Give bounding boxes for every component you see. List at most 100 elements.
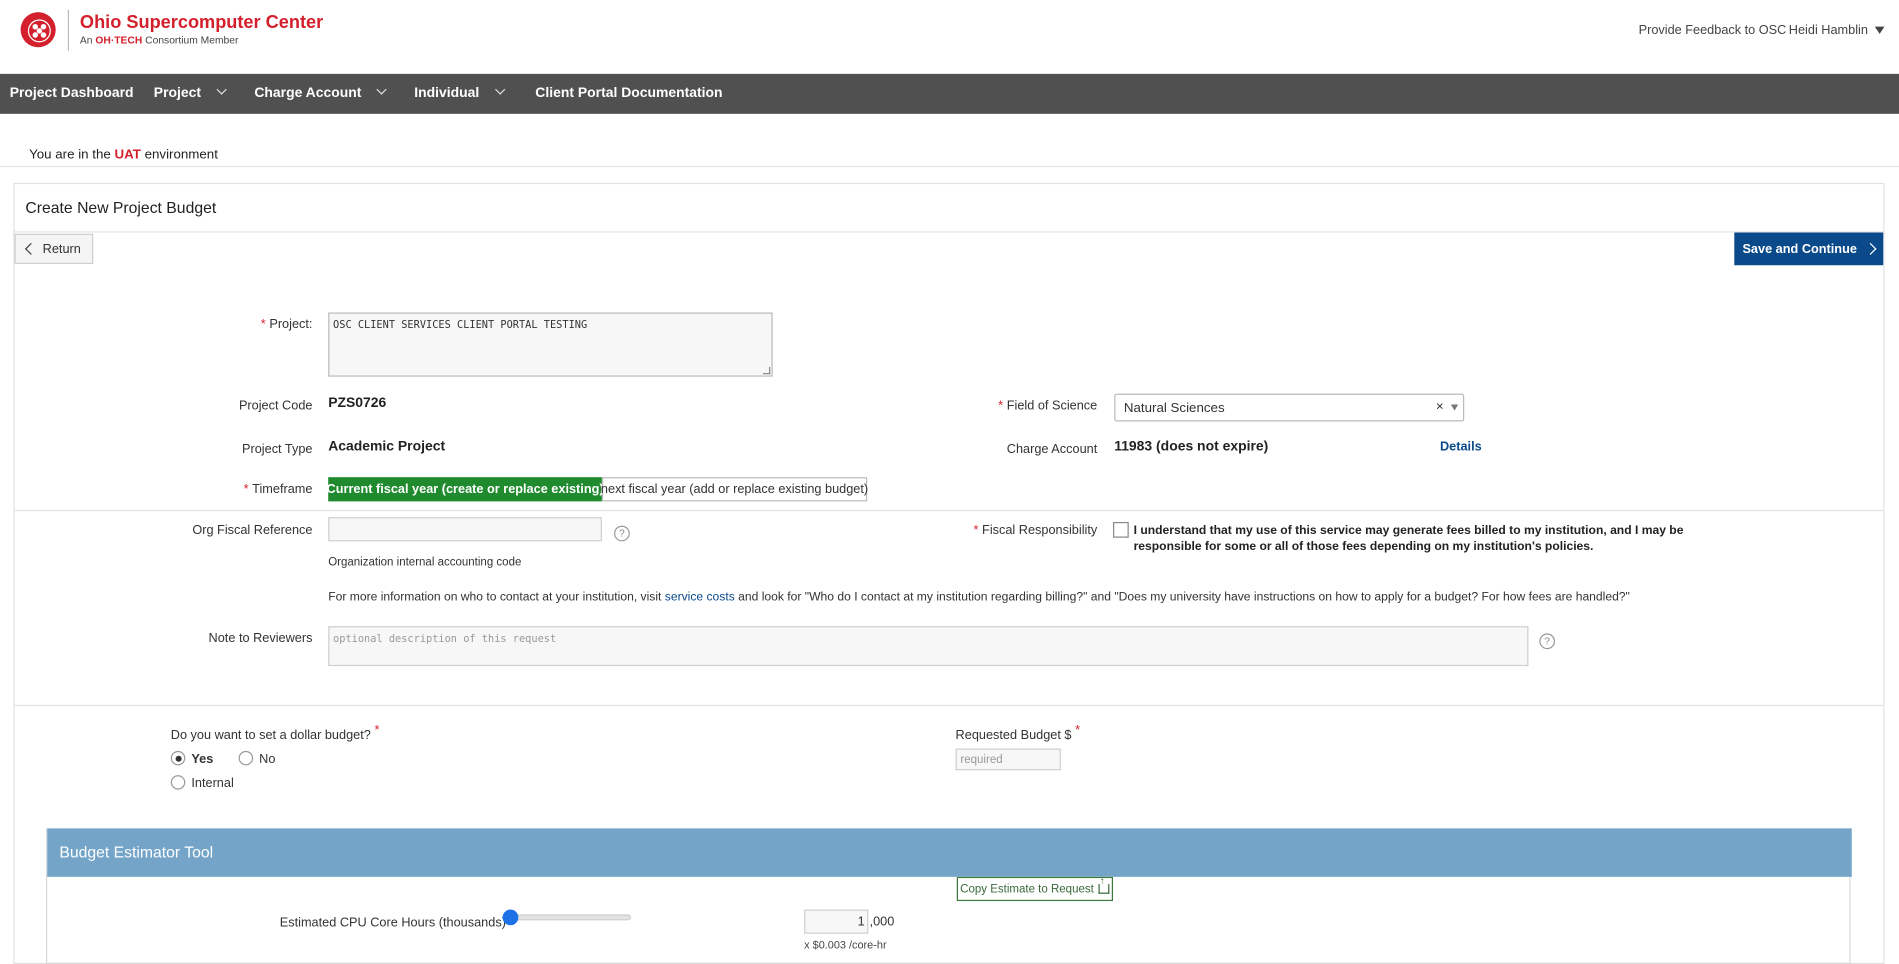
org-fiscal-reference-label: Org Fiscal Reference [192,523,313,538]
radio-no[interactable] [238,750,254,766]
return-button[interactable]: Return [14,233,94,265]
share-icon [1098,877,1110,894]
env-prefix: You are in the [29,147,115,163]
divider [13,231,1885,233]
caret-down-icon[interactable] [1450,404,1459,411]
nav-project-dashboard[interactable]: Project Dashboard [10,86,134,101]
radio-yes[interactable] [170,750,186,766]
dollar-budget-question-text: Do you want to set a dollar budget? [170,727,371,743]
project-label: * Project: [261,317,313,332]
save-label: Save and Continue [1742,241,1857,257]
nav-label: Individual [414,85,480,101]
info-prefix: For more information on who to contact a… [328,591,665,605]
required-marker: * [260,317,266,332]
timeframe-current-option[interactable]: Current fiscal year (create or replace e… [327,477,604,502]
osc-logo-icon[interactable] [20,12,56,48]
field-of-science-label: * Field of Science [998,398,1097,413]
radio-internal[interactable] [170,775,186,790]
fiscal-responsibility-label-text: Fiscal Responsibility [982,523,1098,538]
charge-account-value: 11983 (does not expire) [1114,439,1269,455]
fiscal-responsibility-text: I understand that my use of this service… [1133,524,1684,554]
logo-divider [67,9,70,51]
chevron-right-icon [1864,242,1877,255]
project-textarea[interactable]: OSC CLIENT SERVICES CLIENT PORTAL TESTIN… [328,312,773,377]
info-suffix: and look for "Who do I contact at my ins… [734,591,1630,605]
help-icon[interactable]: ? [1539,633,1556,650]
required-marker: * [243,482,249,497]
required-marker: * [973,523,979,538]
note-to-reviewers-input[interactable]: optional description of this request [328,626,1529,667]
charge-account-label: Charge Account [1006,442,1098,457]
estimator-header: Budget Estimator Tool [47,828,1852,877]
chevron-down-icon [216,84,227,95]
requested-budget-label-text: Requested Budget $ [955,727,1072,743]
project-type-label: Project Type [242,442,313,457]
budget-estimator: Budget Estimator Tool [46,828,1852,964]
caret-down-icon [1875,26,1885,35]
brand-name[interactable]: Ohio Supercomputer Center [80,12,323,33]
timeframe-next-option[interactable]: next fiscal year (add or replace existin… [601,477,868,502]
required-marker: * [998,398,1004,413]
required-marker: * [374,723,380,738]
project-type-value: Academic Project [328,439,446,455]
copy-estimate-label: Copy Estimate to Request [960,882,1094,896]
env-name: UAT [114,147,141,163]
help-icon[interactable]: ? [614,525,630,542]
org-fiscal-reference-help: Organization internal accounting code [328,555,522,570]
user-name: Heidi Hamblin [1788,23,1868,38]
estimator-title: Budget Estimator Tool [59,842,214,862]
fiscal-responsibility-label: * Fiscal Responsibility [973,523,1097,538]
resize-handle-icon[interactable] [762,366,771,375]
nav-project[interactable]: Project [153,84,227,101]
brand-sub-prefix: An [79,33,96,47]
requested-budget-label: Requested Budget $ * [955,723,1084,743]
timeframe-label: * Timeframe [244,482,313,497]
nav-label: Project [153,85,202,101]
dollar-budget-question: Do you want to set a dollar budget? * [170,723,383,743]
environment-notice: You are in the UAT environment [29,148,218,163]
radio-internal-label[interactable]: Internal [191,776,233,791]
details-link[interactable]: Details [1440,440,1482,455]
billing-info-text: For more information on who to contact a… [328,591,1630,604]
fiscal-responsibility-checkbox[interactable] [1113,521,1129,538]
project-code-value: PZS0726 [328,396,387,411]
cpu-core-hours-suffix: ,000 [869,914,895,929]
project-code-label: Project Code [238,398,313,413]
save-and-continue-button[interactable]: Save and Continue [1734,232,1884,266]
service-costs-link[interactable]: service costs [665,591,735,604]
brand-sub-ohtech: OH·TECH [95,33,143,47]
nav-charge-account[interactable]: Charge Account [254,84,388,101]
user-menu[interactable]: Heidi Hamblin [1789,23,1885,38]
env-suffix: environment [140,147,218,163]
copy-estimate-button[interactable]: Copy Estimate to Request [956,877,1114,902]
feedback-link[interactable]: Provide Feedback to OSC [1639,23,1787,38]
brand-sub-suffix: Consortium Member [142,33,239,47]
cpu-core-hours-input[interactable]: 1 [804,909,869,934]
divider [0,165,1899,168]
slider-thumb[interactable] [502,909,519,926]
chevron-down-icon [376,84,388,95]
nav-individual[interactable]: Individual [414,84,505,101]
org-fiscal-reference-input[interactable] [328,517,602,542]
field-of-science-label-text: Field of Science [1006,398,1098,413]
project-value: OSC CLIENT SERVICES CLIENT PORTAL TESTIN… [333,319,588,332]
cpu-core-hours-label: Estimated CPU Core Hours (thousands) [279,915,506,931]
brand-subtitle: An OH·TECH Consortium Member [80,34,238,46]
nav-client-portal-documentation[interactable]: Client Portal Documentation [535,86,722,101]
cpu-rate: x $0.003 /core-hr [804,938,887,951]
chevron-left-icon [25,242,38,255]
field-of-science-value: Natural Sciences [1123,400,1225,416]
requested-budget-input[interactable]: required [955,748,1061,771]
timeframe-label-text: Timeframe [252,482,313,497]
note-to-reviewers-label: Note to Reviewers [208,630,313,646]
clear-icon[interactable]: × [1436,400,1444,415]
radio-no-label[interactable]: No [259,752,275,767]
cpu-core-hours-slider[interactable] [506,914,631,921]
field-of-science-select[interactable]: Natural Sciences × [1114,393,1465,422]
chevron-down-icon [494,84,505,95]
page-title: Create New Project Budget [25,198,217,217]
nav-label: Charge Account [254,85,362,101]
required-marker: * [1075,723,1081,738]
return-label: Return [42,241,81,257]
radio-yes-label[interactable]: Yes [191,752,213,767]
